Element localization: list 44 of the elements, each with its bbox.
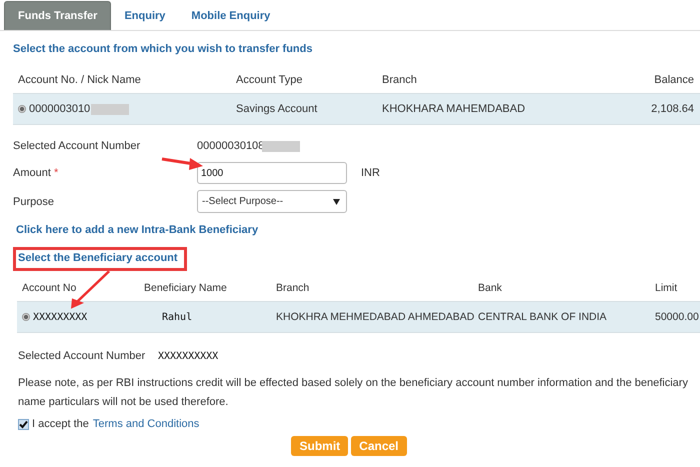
column-header: Branch	[276, 282, 310, 294]
notice-text: Please note, as per RBI instructions credit will be effected based solely on the beneficiary account number information and the beneficiary name particulars will not be used therefore.	[18, 376, 689, 410]
table-cell-text: 2,108.64	[650, 103, 694, 115]
column-header: Limit	[655, 282, 678, 294]
currency-label: INR	[361, 167, 380, 179]
tab[interactable]: Funds Transfer	[4, 1, 112, 30]
column-header: Branch	[382, 74, 418, 86]
field-label: Purpose	[13, 196, 55, 208]
radio-button[interactable]	[22, 313, 30, 321]
column-header: Bank	[478, 282, 503, 294]
column-header: Account Type	[236, 74, 304, 86]
section-heading: Select the account from which you wish to transfer funds	[13, 43, 314, 57]
radio-button[interactable]	[18, 105, 26, 113]
checkbox-label: I accept the	[32, 418, 89, 430]
field-label: Selected Account Number	[18, 350, 146, 362]
checkbox[interactable]	[18, 418, 29, 430]
table-cell-text: Rahul	[161, 312, 194, 322]
table-cell-text: KHOKHRA MEHMEDABAD AHMEDABAD	[276, 311, 476, 323]
field-label: Amount	[13, 167, 51, 179]
table-row[interactable]: XXXXXXXXX Rahul KHOKHRA MEHMEDABAD AHMEDABAD CENTRAL BANK OF INDIA 50000.00	[17, 301, 700, 333]
add-beneficiary-link[interactable]: Click here to add a new Intra-Bank Beneficiary	[16, 224, 700, 238]
annotation-arrow	[160, 155, 204, 171]
purpose-dropdown[interactable]: --Select Purpose--	[197, 190, 347, 213]
tab[interactable]: Mobile Enquiry	[178, 1, 284, 30]
column-header: Beneficiary Name	[144, 282, 228, 294]
dropdown-caret-icon	[333, 198, 340, 204]
column-header: Account No. / Nick Name	[18, 74, 142, 86]
table-cell: 50000.00	[655, 311, 699, 323]
column-header: Account No	[22, 282, 78, 294]
table-cell-text: Savings Account	[236, 103, 318, 115]
field-value: 00000030108	[197, 140, 264, 152]
table-cell: 0000003010	[29, 103, 90, 115]
field-label: Selected Account Number	[13, 140, 142, 152]
required-mark: *	[54, 167, 58, 179]
field-value: XXXXXXXXXX	[158, 350, 218, 362]
table-cell-text: CENTRAL BANK OF INDIA	[478, 311, 608, 323]
section-heading: Select the Beneficiary account	[18, 252, 178, 266]
table-cell: XXXXXXXXX	[33, 312, 88, 322]
amount-field[interactable]: 1000	[197, 162, 347, 184]
table-row[interactable]: 0000003010 Savings Account KHOKHARA MAHEMDABAD 2,108.64	[13, 93, 700, 125]
column-header: Balance	[653, 74, 694, 86]
terms-link[interactable]: Terms and Conditions	[92, 418, 200, 430]
table-cell-text: KHOKHARA MAHEMDABAD	[382, 103, 526, 115]
tab[interactable]: Enquiry	[111, 1, 178, 30]
